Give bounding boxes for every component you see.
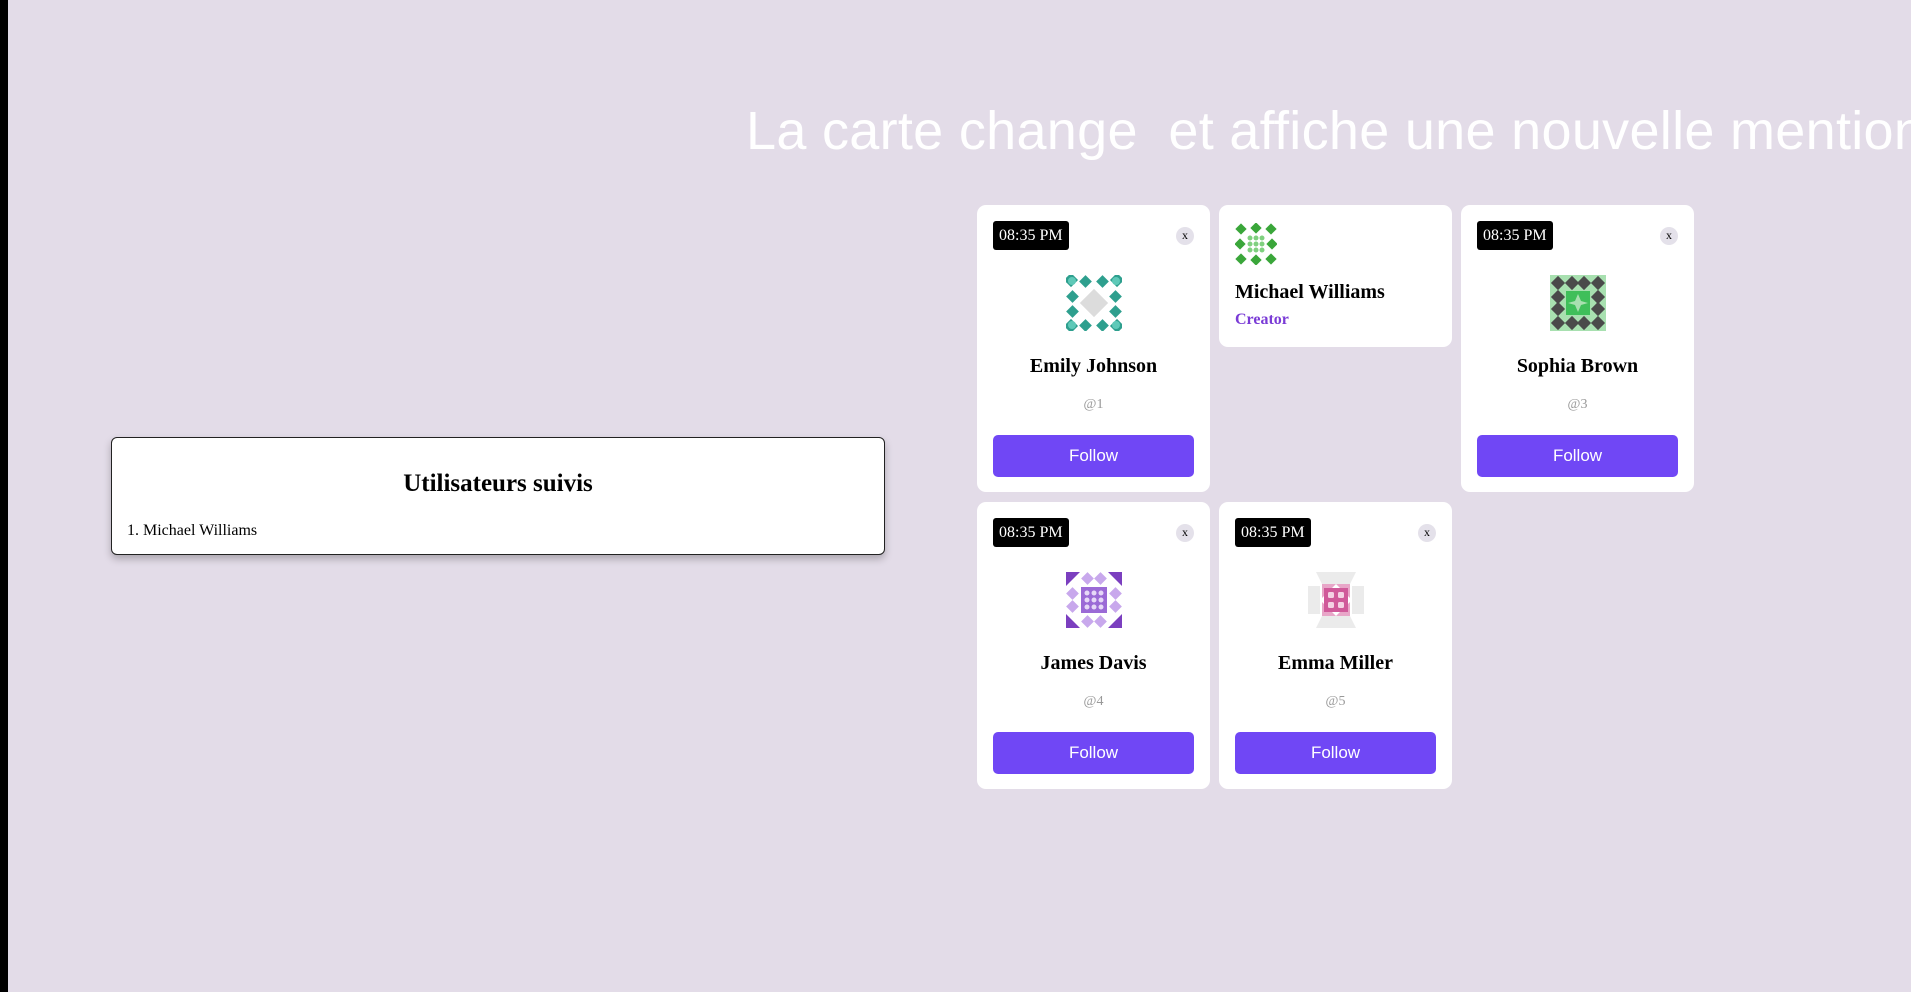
identicon-avatar-icon bbox=[1066, 275, 1122, 331]
viewport: La carte change et affiche une nouvelle … bbox=[8, 0, 1911, 992]
followed-users-title: Utilisateurs suivis bbox=[403, 470, 593, 497]
timestamp-badge: 08:35 PM bbox=[993, 221, 1069, 250]
user-handle: @3 bbox=[1567, 397, 1588, 412]
identicon-avatar-icon bbox=[1235, 223, 1277, 265]
follow-button[interactable]: Follow bbox=[993, 732, 1194, 774]
creator-role-label: Creator bbox=[1235, 311, 1289, 328]
page: La carte change et affiche une nouvelle … bbox=[8, 0, 1911, 992]
user-name: Emily Johnson bbox=[1029, 355, 1158, 377]
identicon-avatar-icon bbox=[1550, 275, 1606, 331]
user-handle: @5 bbox=[1325, 694, 1346, 709]
user-card-sophia-brown: 08:35 PM x Sophia Brown @3 Follow bbox=[1461, 205, 1694, 492]
followed-users-list: 1. Michael Williams bbox=[127, 522, 257, 540]
timestamp-badge: 08:35 PM bbox=[993, 518, 1069, 547]
page-heading: La carte change et affiche une nouvelle … bbox=[746, 101, 1911, 161]
close-button[interactable]: x bbox=[1176, 227, 1194, 245]
identicon-avatar-icon bbox=[1066, 572, 1122, 628]
user-name: Emma Miller bbox=[1278, 652, 1393, 674]
follow-button[interactable]: Follow bbox=[1477, 435, 1678, 477]
user-card-james-davis: 08:35 PM x James Davis @4 Follow bbox=[977, 502, 1210, 789]
creator-card: Michael Williams Creator bbox=[1219, 205, 1452, 347]
followed-users-panel: Utilisateurs suivis 1. Michael Williams bbox=[111, 437, 885, 555]
creator-name: Michael Williams bbox=[1235, 281, 1385, 303]
follow-button[interactable]: Follow bbox=[993, 435, 1194, 477]
user-handle: @4 bbox=[1083, 694, 1104, 709]
user-card-emma-miller: 08:35 PM x Emma Miller @5 Follow bbox=[1219, 502, 1452, 789]
user-name: Sophia Brown bbox=[1516, 355, 1639, 377]
timestamp-badge: 08:35 PM bbox=[1235, 518, 1311, 547]
user-card-emily-johnson: 08:35 PM x Emily Johnson @1 Follow bbox=[977, 205, 1210, 492]
follow-button[interactable]: Follow bbox=[1235, 732, 1436, 774]
user-name: James Davis bbox=[1040, 652, 1147, 674]
user-handle: @1 bbox=[1083, 397, 1104, 412]
close-button[interactable]: x bbox=[1418, 524, 1436, 542]
followed-user-item: 1. Michael Williams bbox=[127, 522, 258, 539]
identicon-avatar-icon bbox=[1308, 572, 1364, 628]
timestamp-badge: 08:35 PM bbox=[1477, 221, 1553, 250]
close-button[interactable]: x bbox=[1660, 227, 1678, 245]
close-button[interactable]: x bbox=[1176, 524, 1194, 542]
